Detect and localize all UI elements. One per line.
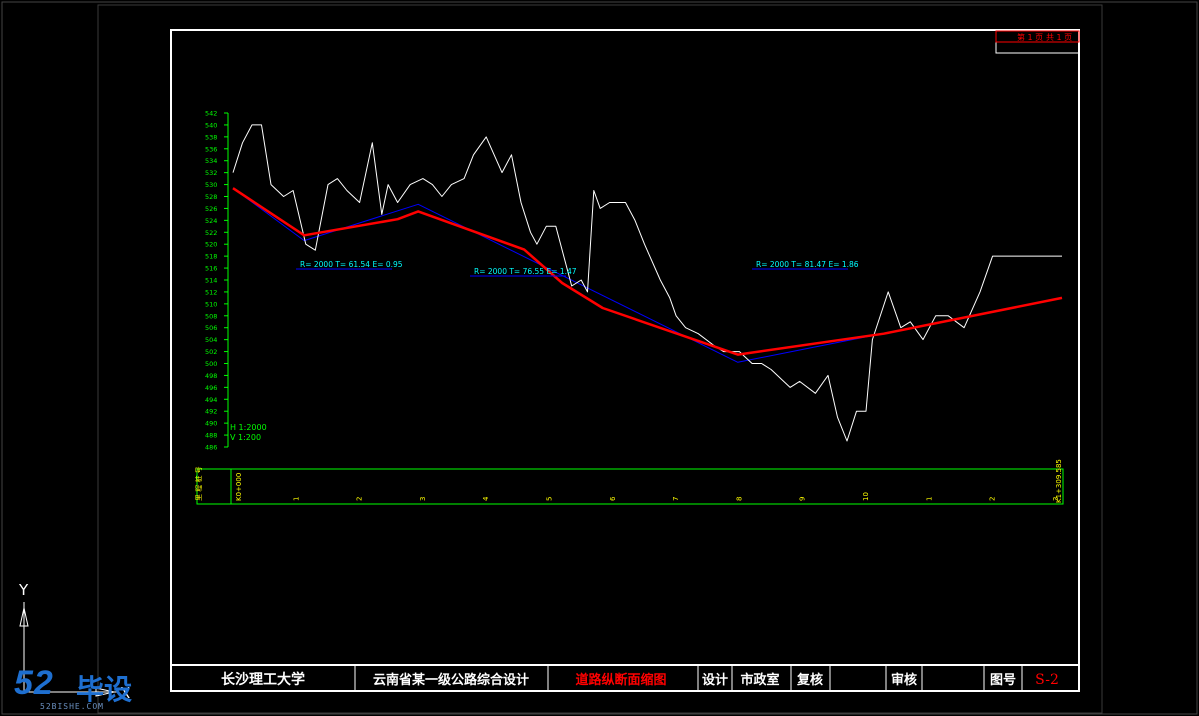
viewport-border <box>1 1 1198 715</box>
curve-label-2: R= 2000 T= 76.55 E= 1.47 <box>474 267 577 276</box>
station-tick-label: 2 <box>356 497 364 501</box>
y-tick-label: 528 <box>205 193 217 201</box>
y-tick-label: 536 <box>205 145 217 153</box>
station-ticks: 1 2 3 4 5 6 7 8 9 10 1 2 3 <box>292 492 1060 501</box>
y-tick-label: 486 <box>205 444 217 452</box>
series-layer <box>232 124 1063 442</box>
scale-h: H 1:2000 <box>230 423 267 432</box>
page-header: 第 1 页 共 1 页 <box>995 29 1080 54</box>
station-end: K1+309.585 <box>1055 459 1063 503</box>
y-tick-label: 532 <box>205 169 217 177</box>
station-tick-label: 4 <box>482 496 490 501</box>
y-tick-label: 514 <box>205 277 217 285</box>
drawing-frame <box>170 29 1080 692</box>
tb-design-label: 设计 <box>702 672 728 688</box>
station-tick-label: 3 <box>1052 497 1060 501</box>
station-tick-label: 5 <box>546 497 554 501</box>
layout-border <box>97 4 1103 714</box>
y-tick-label: 506 <box>205 324 217 332</box>
tb-drawing-title: 道路纵断面缩图 <box>575 672 666 688</box>
y-tick-label: 516 <box>205 265 217 273</box>
y-tick-label: 508 <box>205 312 217 320</box>
station-start: K0+000 <box>235 473 243 501</box>
ucs-y-label: Y <box>18 581 29 599</box>
page-label-1: 第 1 页 <box>1017 32 1043 42</box>
y-tick-label: 526 <box>205 205 217 213</box>
cad-model-space: 第 1 页 共 1 页 4864884904924944964985005025… <box>1 1 1198 715</box>
grade-tangent-line <box>232 187 1063 363</box>
tb-review-label: 复核 <box>796 672 823 688</box>
y-tick-label: 520 <box>205 241 217 249</box>
y-tick-label: 488 <box>205 432 217 440</box>
y-tick-label: 512 <box>205 288 217 296</box>
y-tick-label: 522 <box>205 229 217 237</box>
station-tick-label: 3 <box>419 497 427 501</box>
tb-design-dept: 市政室 <box>740 672 779 688</box>
curve-label-1: R= 2000 T= 61.54 E= 0.95 <box>300 260 403 269</box>
station-tick-label: 8 <box>735 497 743 501</box>
station-tick-label: 9 <box>799 497 807 501</box>
y-tick-label: 492 <box>205 408 217 416</box>
station-tick-label: 7 <box>672 497 680 501</box>
y-tick-label: 538 <box>205 133 217 141</box>
page-label-2: 共 1 页 <box>1046 33 1072 42</box>
watermark-number: 52 <box>14 664 54 702</box>
y-tick-label: 496 <box>205 384 217 392</box>
design-grade-line <box>232 187 1063 356</box>
y-tick-label: 540 <box>205 121 217 129</box>
y-tick-label: 494 <box>205 396 217 404</box>
tb-university: 长沙理工大学 <box>221 671 305 688</box>
y-tick-label: 502 <box>205 348 217 356</box>
station-tick-label: 1 <box>925 497 933 501</box>
site-watermark-logo: 52 毕设 52BISHE.COM <box>12 664 152 712</box>
station-band-label: 里 程 桩 号 <box>194 466 203 501</box>
y-tick-label: 530 <box>205 181 217 189</box>
y-tick-label: 518 <box>205 253 217 261</box>
y-tick-label: 524 <box>205 217 217 225</box>
station-tick-label: 10 <box>862 492 870 501</box>
y-tick-label: 500 <box>205 360 217 368</box>
y-tick-label: 542 <box>205 110 217 118</box>
station-tick-label: 2 <box>989 497 997 501</box>
scale-v: V 1:200 <box>230 433 261 442</box>
tb-drawing-no: S-2 <box>1035 672 1059 688</box>
ground-line <box>232 124 1062 442</box>
y-tick-label: 490 <box>205 420 217 428</box>
title-block: 长沙理工大学 云南省某一级公路综合设计 道路纵断面缩图 设计 市政室 复核 审核… <box>170 664 1080 692</box>
tb-approve-label: 审核 <box>891 672 917 688</box>
y-tick-label: 510 <box>205 300 217 308</box>
y-tick-label: 504 <box>205 336 217 344</box>
tb-drawing-no-label: 图号 <box>990 673 1016 688</box>
station-tick-label: 6 <box>609 496 617 501</box>
watermark-url: 52BISHE.COM <box>40 702 104 711</box>
station-band: 里 程 桩 号 K0+000 K1+309.585 1 2 3 4 5 6 7 8 9 10 1 2 3 <box>194 459 1064 505</box>
y-tick-label: 498 <box>205 372 217 380</box>
curve-label-3: R= 2000 T= 81.47 E= 1.86 <box>756 260 859 269</box>
station-tick-label: 1 <box>292 497 300 501</box>
tb-project: 云南省某一级公路综合设计 <box>373 672 529 688</box>
profile-chart: 486 488 490 492 494 496 498 500 502 504 506 508 510 5… <box>205 110 1063 452</box>
y-axis-ticks: 486 488 490 492 494 496 498 500 502 504 506 508 510 5… <box>205 110 228 452</box>
y-tick-label: 534 <box>205 157 217 165</box>
